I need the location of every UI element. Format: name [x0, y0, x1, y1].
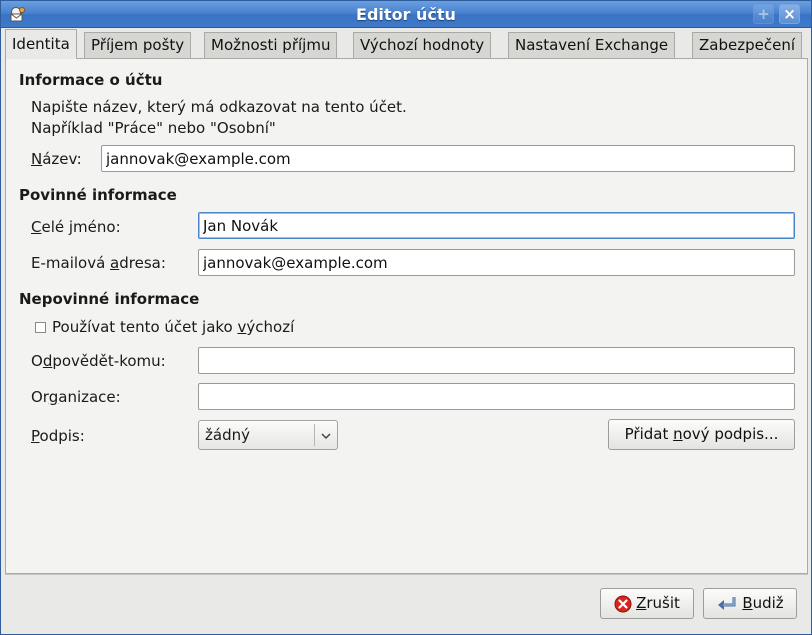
signature-select[interactable]: žádný	[198, 420, 338, 450]
optional-info-heading: Nepovinné informace	[19, 290, 200, 308]
account-info-heading: Informace o účtu	[19, 71, 163, 89]
tab-receive-options[interactable]: Možnosti příjmu	[204, 32, 338, 58]
account-name-input[interactable]	[101, 145, 795, 172]
cancel-label: Zrušit	[636, 594, 680, 612]
tab-identity[interactable]: Identita	[5, 29, 77, 59]
reply-to-input[interactable]	[198, 347, 795, 374]
cancel-icon	[614, 595, 632, 612]
signature-label: Podpis:	[31, 427, 85, 445]
chevron-down-icon	[321, 433, 331, 440]
window-title: Editor účtu	[356, 5, 456, 24]
enter-arrow-icon	[718, 596, 736, 610]
identity-panel: Informace o účtu Napište název, který má…	[5, 58, 808, 574]
maximize-button[interactable]: +	[753, 4, 774, 24]
tab-security[interactable]: Zabezpečení	[692, 32, 802, 58]
tab-defaults[interactable]: Výchozí hodnoty	[353, 32, 492, 58]
organization-label: Organizace:	[31, 388, 121, 406]
title-bar[interactable]: Editor účtu + ×	[1, 1, 811, 28]
email-input[interactable]	[198, 249, 795, 276]
account-info-hint-2: Například "Práce" nebo "Osobní"	[31, 119, 276, 137]
cancel-button[interactable]: Zrušit	[600, 588, 694, 619]
select-divider	[314, 424, 315, 446]
organization-input[interactable]	[198, 383, 795, 410]
tab-exchange-settings[interactable]: Nastavení Exchange	[508, 32, 676, 58]
full-name-label: Celé jméno:	[31, 218, 121, 236]
account-editor-window: Editor účtu + × Identita Příjem pošty Mo…	[0, 0, 812, 635]
required-info-heading: Povinné informace	[19, 186, 177, 204]
default-account-label[interactable]: Používat tento účet jako výchozí	[52, 318, 294, 336]
default-account-checkbox[interactable]	[35, 322, 46, 333]
close-button[interactable]: ×	[779, 4, 800, 24]
ok-button[interactable]: Budiž	[703, 588, 797, 619]
signature-select-value: žádný	[205, 426, 250, 444]
footer-divider	[5, 574, 808, 575]
account-info-hint-1: Napište název, který má odkazovat na ten…	[31, 98, 407, 116]
full-name-input[interactable]	[198, 212, 795, 239]
tab-incoming-mail[interactable]: Příjem pošty	[84, 32, 192, 58]
reply-to-label: Odpovědět-komu:	[31, 352, 166, 370]
add-signature-button[interactable]: Přidat nový podpis...	[608, 419, 795, 450]
ok-label: Budiž	[742, 594, 784, 612]
name-label: Název:	[31, 150, 82, 168]
tab-bar: Identita Příjem pošty Možnosti příjmu Vý…	[5, 29, 808, 59]
email-label: E-mailová adresa:	[31, 254, 166, 272]
